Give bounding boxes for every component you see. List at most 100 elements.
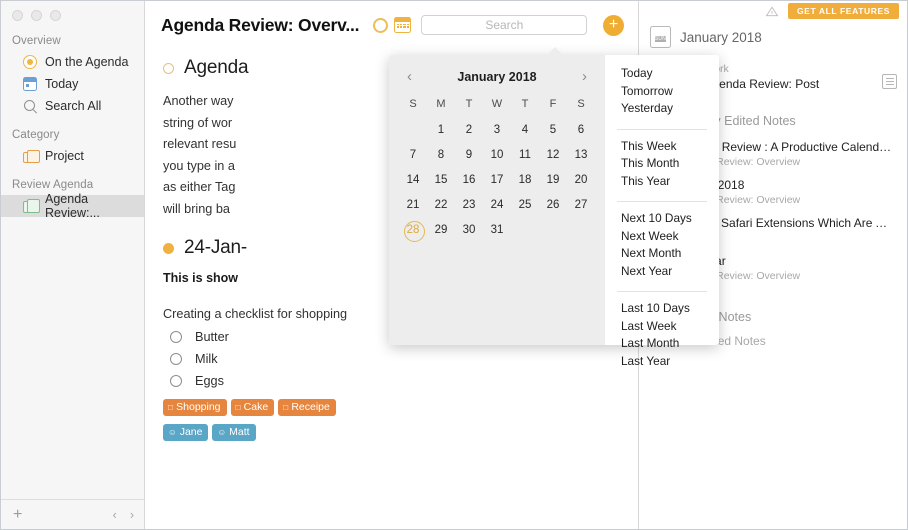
calendar-day-23[interactable]: 23 [455,195,483,215]
shortcut-item-tomorrow[interactable]: Tomorrow [621,83,719,101]
calendar-day-21[interactable]: 21 [399,195,427,215]
date-badge-dow: SUN [655,36,666,42]
calendar-day-22[interactable]: 22 [427,195,455,215]
shortcut-item-last-month[interactable]: Last Month [621,335,719,353]
calendar-day-2[interactable]: 2 [455,120,483,140]
sidebar-item-project[interactable]: Project [1,145,144,167]
calendar-day-11[interactable]: 11 [511,145,539,165]
paragraph-line: relevant resu [163,137,236,151]
prev-month-button[interactable]: ‹ [407,69,412,84]
maximize-button[interactable] [50,10,61,21]
checkbox-icon[interactable] [170,375,182,387]
get-all-features-button[interactable]: GET ALL FEATURES [788,3,899,19]
calendar-day-15[interactable]: 15 [427,170,455,190]
sidebar-item-agenda-review[interactable]: Agenda Review:... [1,195,144,217]
calendar-day-28[interactable]: 28 [399,220,427,240]
checklist-item[interactable]: Eggs [163,374,620,388]
calendar-day-17[interactable]: 17 [483,170,511,190]
calendar-day-13[interactable]: 13 [567,145,595,165]
calendar-day-4[interactable]: 4 [511,120,539,140]
next-arrow-icon[interactable]: › [130,508,134,522]
add-note-button[interactable]: + [603,15,624,36]
calendar-day-9[interactable]: 9 [455,145,483,165]
calendar-day-12[interactable]: 12 [539,145,567,165]
tag-chip[interactable]: □ Shopping [163,399,227,416]
calendar-dow-5: F [539,98,567,115]
shortcut-item-last-10-days[interactable]: Last 10 Days [621,300,719,318]
calendar-day-29[interactable]: 29 [427,220,455,240]
calendar-day-19[interactable]: 19 [539,170,567,190]
shortcut-item-today[interactable]: Today [621,65,719,83]
checklist-item[interactable]: Milk [163,352,620,366]
shortcut-item-this-month[interactable]: This Month [621,155,719,173]
calendar-dow-2: T [455,98,483,115]
calendar-day-6[interactable]: 6 [567,120,595,140]
sidebar-section-category-title: Category [1,117,144,145]
subheading-bullet-icon[interactable] [163,243,174,254]
shortcut-item-next-month[interactable]: Next Month [621,245,719,263]
calendar-day-31[interactable]: 31 [483,220,511,240]
calendar-day-7[interactable]: 7 [399,145,427,165]
calendar-day-14[interactable]: 14 [399,170,427,190]
sidebar-item-search-all[interactable]: Search All [1,95,144,117]
list-menu-icon[interactable] [882,74,897,89]
calendar-day-30[interactable]: 30 [455,220,483,240]
calendar-day-27[interactable]: 27 [567,195,595,215]
checkbox-icon[interactable] [170,353,182,365]
date-badge-icon: SUN 28 [650,26,671,48]
person-chip[interactable]: ☺ Jane [163,424,208,441]
circle-outline-icon[interactable] [373,18,388,33]
search-input[interactable] [422,18,586,32]
calendar-day-8[interactable]: 8 [427,145,455,165]
calendar-day-26[interactable]: 26 [539,195,567,215]
sidebar-section-review-agenda-title: Review Agenda [1,167,144,195]
calendar-day-25[interactable]: 25 [511,195,539,215]
shortcut-separator [617,291,707,292]
calendar-day-18[interactable]: 18 [511,170,539,190]
sidebar-item-label: On the Agenda [45,55,128,69]
shortcut-item-last-week[interactable]: Last Week [621,318,719,336]
calendar-day-16[interactable]: 16 [455,170,483,190]
calendar-day-1[interactable]: 1 [427,120,455,140]
right-panel-topbar: GET ALL FEATURES [639,1,907,18]
calendar-day-3[interactable]: 3 [483,120,511,140]
calendar-day-10[interactable]: 10 [483,145,511,165]
calendar-filter-icon[interactable] [394,17,411,33]
shortcut-item-this-year[interactable]: This Year [621,173,719,191]
checkbox-icon[interactable] [170,331,182,343]
add-item-button[interactable]: + [13,507,22,523]
search-box[interactable] [421,15,587,35]
panel-date-label: January 2018 [680,30,762,45]
shortcut-group-0: TodayTomorrowYesterday [605,65,719,124]
shortcut-item-next-year[interactable]: Next Year [621,263,719,281]
search-icon [23,99,37,113]
page-title: Agenda Review: Overv... [161,15,359,36]
shortcut-item-next-week[interactable]: Next Week [621,228,719,246]
person-chip[interactable]: ☺ Matt [212,424,255,441]
prev-arrow-icon[interactable]: ‹ [113,508,117,522]
tag-chip[interactable]: □ Receipe [278,399,336,416]
warning-triangle-icon[interactable] [765,6,779,17]
calendar-grid: SMTWTFS123456789101112131415161718192021… [399,98,595,240]
event-category: Work [705,62,873,76]
shortcut-list: TodayTomorrowYesterday This WeekThis Mont… [605,65,719,376]
sidebar-item-today[interactable]: Today [1,73,144,95]
tag-chip[interactable]: □ Cake [231,399,275,416]
shortcut-item-last-year[interactable]: Last Year [621,353,719,371]
shortcut-item-this-week[interactable]: This Week [621,138,719,156]
minimize-button[interactable] [31,10,42,21]
note-subheading: 24-Jan- [184,237,247,259]
calendar-day-20[interactable]: 20 [567,170,595,190]
sidebar-pager: ‹ › [113,508,134,522]
checklist-label: Eggs [195,374,224,388]
sidebar-item-on-the-agenda[interactable]: On the Agenda [1,51,144,73]
next-month-button[interactable]: › [582,69,587,84]
close-button[interactable] [12,10,23,21]
calendar-day-24[interactable]: 24 [483,195,511,215]
shortcut-item-next-10-days[interactable]: Next 10 Days [621,210,719,228]
shortcut-separator [617,129,707,130]
calendar-day-5[interactable]: 5 [539,120,567,140]
shortcut-item-yesterday[interactable]: Yesterday [621,100,719,118]
person-chip-row: ☺ Jane ☺ Matt [163,424,620,441]
heading-bullet-icon[interactable] [163,63,174,74]
